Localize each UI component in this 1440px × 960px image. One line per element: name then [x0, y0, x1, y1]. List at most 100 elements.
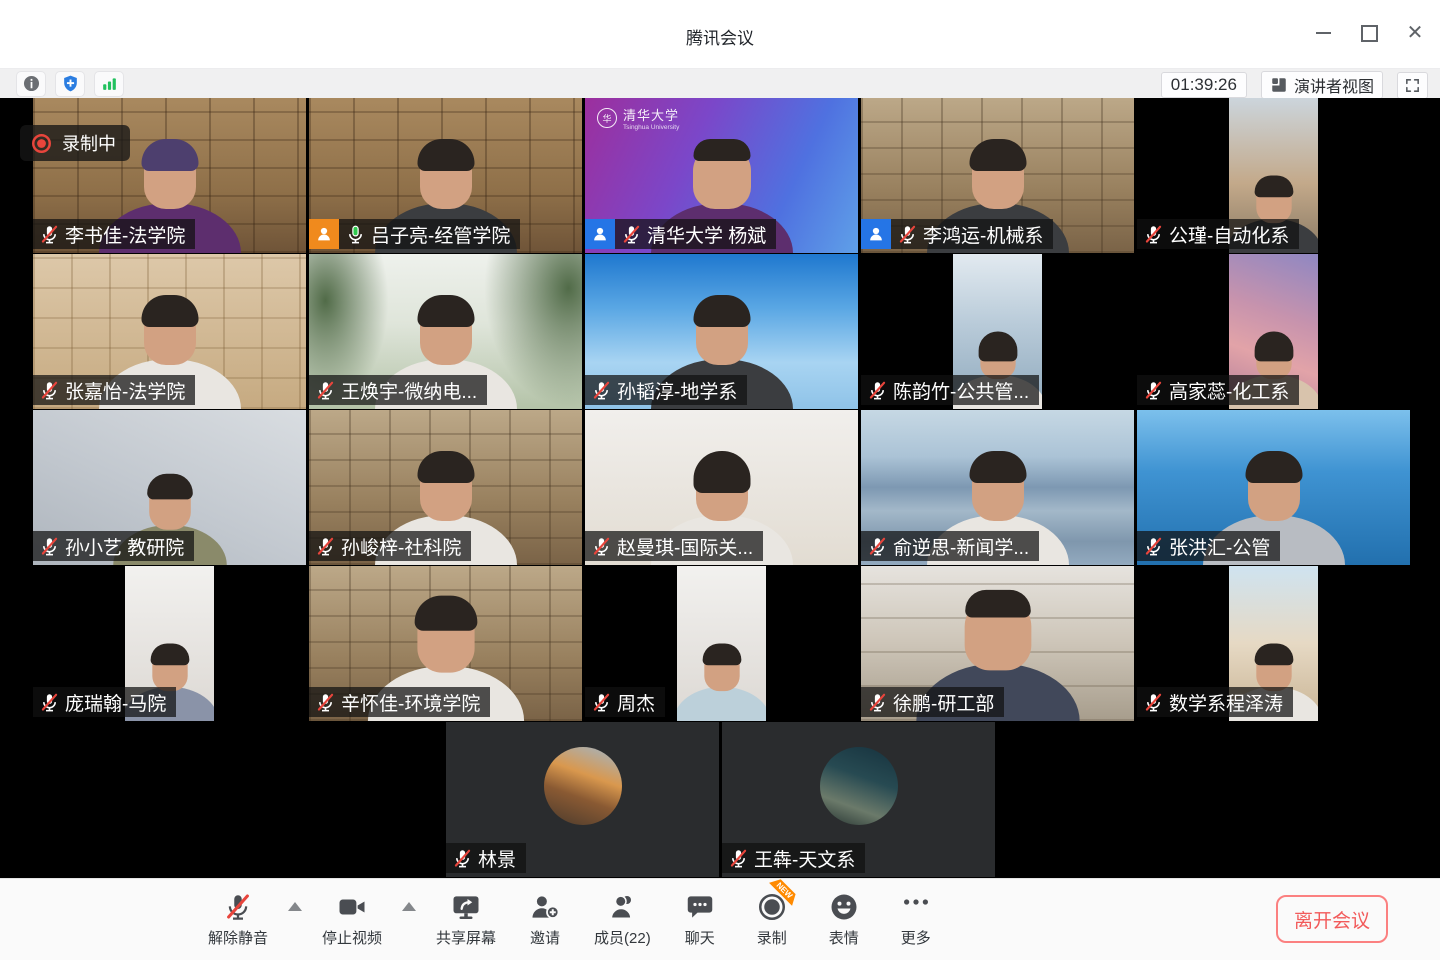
- participant-name: 徐鹏-研工部: [893, 689, 994, 716]
- share-screen-button[interactable]: 共享屏幕: [428, 892, 504, 948]
- participant-tile[interactable]: 公瑾-自动化系: [1137, 98, 1410, 253]
- mic-muted-icon: [223, 892, 253, 922]
- leave-meeting-button[interactable]: 离开会议: [1276, 895, 1388, 943]
- record-icon: [30, 132, 53, 155]
- mic-muted-icon: [315, 692, 336, 713]
- participant-tile[interactable]: 高家蕊-化工系: [1137, 254, 1410, 409]
- participant-name: 高家蕊-化工系: [1169, 377, 1289, 404]
- fullscreen-button[interactable]: [1397, 72, 1428, 99]
- more-button[interactable]: 更多: [885, 892, 947, 948]
- video-options-chevron-icon[interactable]: [402, 902, 416, 911]
- participant-tile[interactable]: 王犇-天文系: [722, 722, 995, 877]
- audio-options-chevron-icon[interactable]: [288, 902, 302, 911]
- participant-name: 张洪汇-公管: [1169, 533, 1270, 560]
- mic-muted-icon: [591, 692, 612, 713]
- avatar: [820, 747, 898, 825]
- participant-tile[interactable]: 赵曼琪-国际关...: [585, 410, 858, 565]
- emoji-button[interactable]: 表情: [813, 892, 875, 948]
- participant-tile[interactable]: 李书佳-法学院: [33, 98, 306, 253]
- emoji-icon: [829, 892, 859, 922]
- participant-tile[interactable]: 林景: [446, 722, 719, 877]
- video-grid: 李书佳-法学院 吕子亮-经管学院 华 清华大学Tsinghua Universi…: [0, 98, 1440, 878]
- participant-name: 孙峻梓-社科院: [341, 533, 461, 560]
- participant-name: 孙韬淳-地学系: [617, 377, 737, 404]
- participant-tile[interactable]: 李鸿运-机械系: [861, 98, 1134, 253]
- control-bar: 解除静音 停止视频 共享屏幕 邀请 成员(22) 聊天: [0, 878, 1440, 960]
- participant-name: 数学系程泽涛: [1169, 689, 1283, 716]
- speaker-view-button[interactable]: 演讲者视图: [1261, 71, 1383, 99]
- participant-tile[interactable]: 吕子亮-经管学院: [309, 98, 582, 253]
- participant-tile[interactable]: 陈韵竹-公共管...: [861, 254, 1134, 409]
- participant-name: 周杰: [617, 689, 655, 716]
- participant-tile[interactable]: 数学系程泽涛: [1137, 566, 1410, 721]
- maximize-button[interactable]: [1358, 22, 1380, 44]
- invite-button[interactable]: 邀请: [514, 892, 576, 948]
- participant-tile[interactable]: 辛怀佳-环境学院: [309, 566, 582, 721]
- mic-muted-icon: [39, 536, 60, 557]
- network-status-button[interactable]: [94, 71, 124, 97]
- meeting-info-button[interactable]: [16, 71, 46, 97]
- participant-name: 辛怀佳-环境学院: [341, 689, 480, 716]
- participant-name: 李书佳-法学院: [65, 221, 185, 248]
- mic-muted-icon: [1143, 692, 1164, 713]
- meeting-toolbar: 01:39:26 演讲者视图: [0, 68, 1440, 98]
- participant-tile[interactable]: 王焕宇-微纳电...: [309, 254, 582, 409]
- share-screen-icon: [451, 892, 481, 922]
- participant-name: 王焕宇-微纳电...: [341, 377, 477, 404]
- meeting-window: 腾讯会议 ✕ 01:39:26 演讲者视图: [0, 0, 1440, 960]
- participant-name: 赵曼琪-国际关...: [617, 533, 753, 560]
- chat-button[interactable]: 聊天: [669, 892, 731, 948]
- mic-active-icon: [345, 224, 366, 245]
- signal-icon: [100, 74, 119, 93]
- mic-muted-icon: [728, 848, 749, 869]
- mic-muted-icon: [1143, 380, 1164, 401]
- record-button[interactable]: NEW 录制: [741, 892, 803, 948]
- info-icon: [22, 74, 41, 93]
- mic-muted-icon: [315, 380, 336, 401]
- participant-tile[interactable]: 俞逆思-新闻学...: [861, 410, 1134, 565]
- tsinghua-seal-icon: 华: [597, 108, 617, 128]
- participant-tile[interactable]: 张洪汇-公管: [1137, 410, 1410, 565]
- participant-name: 清华大学 杨斌: [647, 221, 766, 248]
- members-icon: [607, 892, 637, 922]
- participant-tile[interactable]: 周杰: [585, 566, 858, 721]
- user-badge: [585, 219, 615, 249]
- window-title: 腾讯会议: [0, 24, 1440, 49]
- tsinghua-watermark: 华 清华大学Tsinghua University: [597, 105, 679, 131]
- participant-tile[interactable]: 孙小艺 教研院: [33, 410, 306, 565]
- participant-name: 俞逆思-新闻学...: [893, 533, 1029, 560]
- minimize-button[interactable]: [1312, 22, 1334, 44]
- participant-name: 王犇-天文系: [754, 845, 855, 872]
- mic-muted-icon: [621, 224, 642, 245]
- participant-tile[interactable]: 孙韬淳-地学系: [585, 254, 858, 409]
- invite-icon: [530, 892, 560, 922]
- participant-tile[interactable]: 华 清华大学Tsinghua University 清华大学 杨斌: [585, 98, 858, 253]
- meeting-timer: 01:39:26: [1161, 72, 1247, 98]
- participant-name: 陈韵竹-公共管...: [893, 377, 1029, 404]
- shield-icon: [61, 74, 80, 93]
- mic-muted-icon: [1143, 224, 1164, 245]
- members-button[interactable]: 成员(22): [586, 892, 659, 948]
- participant-tile[interactable]: 孙峻梓-社科院: [309, 410, 582, 565]
- camera-icon: [337, 892, 367, 922]
- mic-muted-icon: [1143, 536, 1164, 557]
- mic-muted-icon: [867, 536, 888, 557]
- more-icon: [901, 892, 931, 922]
- mic-muted-icon: [591, 536, 612, 557]
- participant-tile[interactable]: 张嘉怡-法学院: [33, 254, 306, 409]
- participant-name: 张嘉怡-法学院: [65, 377, 185, 404]
- mic-muted-icon: [39, 224, 60, 245]
- unmute-button[interactable]: 解除静音: [200, 892, 276, 948]
- mic-muted-icon: [867, 692, 888, 713]
- stop-video-button[interactable]: 停止视频: [314, 892, 390, 948]
- close-button[interactable]: ✕: [1404, 22, 1426, 44]
- mic-muted-icon: [39, 380, 60, 401]
- avatar: [544, 747, 622, 825]
- recording-label: 录制中: [62, 130, 116, 156]
- participant-name: 林景: [478, 845, 516, 872]
- layout-icon: [1270, 76, 1288, 94]
- title-bar: 腾讯会议 ✕: [0, 0, 1440, 68]
- participant-tile[interactable]: 庞瑞翰-马院: [33, 566, 306, 721]
- security-button[interactable]: [55, 71, 85, 97]
- participant-tile[interactable]: 徐鹏-研工部: [861, 566, 1134, 721]
